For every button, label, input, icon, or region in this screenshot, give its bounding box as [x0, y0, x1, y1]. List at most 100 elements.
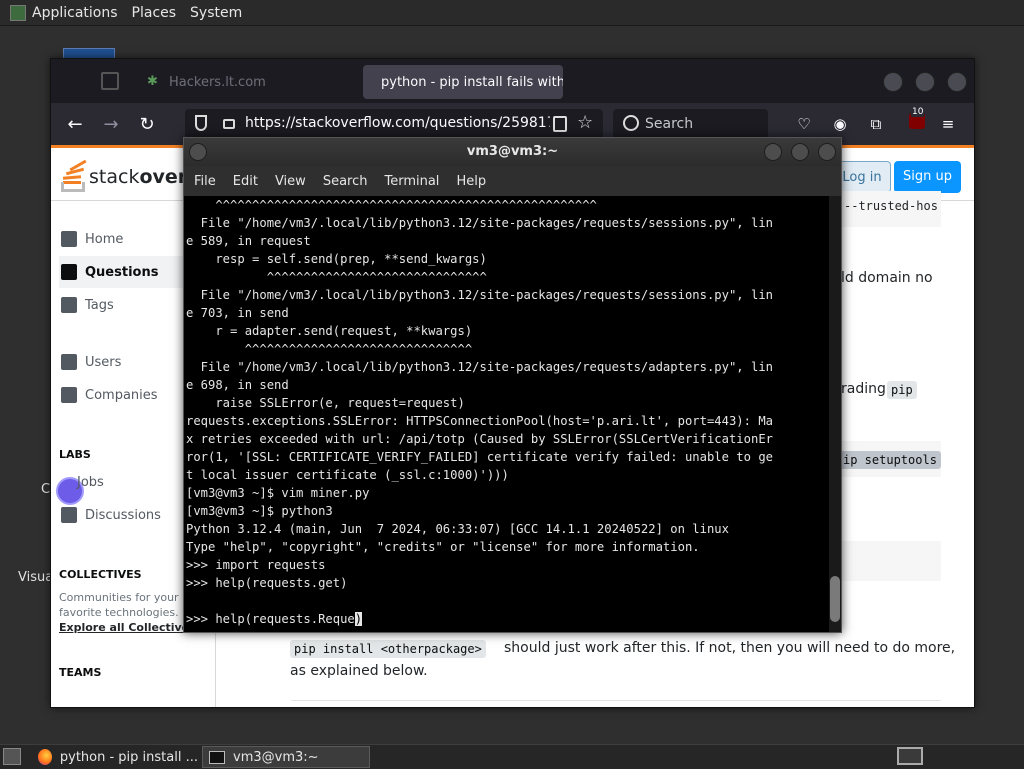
workspace-switcher-icon[interactable] — [897, 747, 923, 765]
code-block-bg-3 — [841, 541, 941, 581]
users-icon — [61, 354, 77, 370]
terminal-menu-help[interactable]: Help — [456, 174, 486, 189]
terminal-line: File "/home/vm3/.local/lib/python3.12/si… — [186, 288, 773, 302]
menu-applications[interactable]: Applications — [32, 5, 118, 21]
snip-domain: ld domain no — [841, 270, 933, 286]
terminal-close-icon[interactable] — [818, 143, 836, 161]
snip-code-install: pip install <otherpackage> — [290, 640, 486, 658]
terminal-line: File "/home/vm3/.local/lib/python3.12/si… — [186, 216, 773, 230]
terminal-title: vm3@vm3:~ — [466, 144, 559, 159]
snip-line1: should just work after this. If not, the… — [504, 640, 956, 656]
discussions-icon — [61, 507, 77, 523]
companies-icon — [61, 387, 77, 403]
nav-jobs[interactable]: Jobs — [77, 466, 197, 498]
extensions-icon[interactable]: ⧉ — [867, 115, 885, 133]
nav-discussions-label: Discussions — [85, 507, 161, 523]
terminal-output[interactable]: ^^^^^^^^^^^^^^^^^^^^^^^^^^^^^^^^^^^^^^^^… — [186, 196, 826, 632]
terminal-menu-button-icon[interactable] — [189, 143, 207, 161]
snip-pip: pip — [887, 381, 917, 399]
terminal-line: ^^^^^^^^^^^^^^^^^^^^^^^^^^^^^^^^^^^^^^^^… — [186, 198, 597, 212]
taskbar-terminal-label: vm3@vm3:~ — [233, 749, 319, 765]
terminal-menu-edit[interactable]: Edit — [233, 174, 258, 189]
terminal-line: raise SSLError(e, request=request) — [186, 396, 465, 410]
reader-view-icon[interactable] — [553, 116, 567, 132]
terminal-scroll-thumb[interactable] — [830, 576, 840, 622]
tab-overview-icon[interactable] — [101, 72, 119, 90]
nav-users-label: Users — [85, 354, 122, 370]
terminal-line: >>> help(requests.get) — [186, 576, 348, 590]
labs-heading: LABS — [59, 448, 91, 461]
forward-arrow-icon[interactable]: → — [101, 115, 121, 135]
snip-rading: rading — [841, 381, 886, 397]
terminal-line: e 698, in send — [186, 378, 289, 392]
desktop-label-visua: Visua — [18, 570, 54, 585]
teams-heading: TEAMS — [59, 666, 102, 679]
bottom-taskbar: python - pip install ... vm3@vm3:~ — [0, 744, 1024, 769]
divider — [291, 700, 941, 701]
terminal-menu-search[interactable]: Search — [323, 174, 368, 189]
snip-setuptools: ip setuptools — [839, 451, 941, 469]
collectives-desc: Communities for your favorite technologi… — [59, 591, 179, 619]
taskbar-firefox[interactable]: python - pip install ... — [32, 746, 198, 768]
terminal-menu-view[interactable]: View — [275, 174, 306, 189]
terminal-line: t local issuer certificate (_ssl.c:1000)… — [186, 468, 509, 482]
explore-collectives-link[interactable]: Explore all Collectives — [59, 621, 196, 634]
close-icon[interactable] — [947, 72, 967, 92]
terminal-maximize-icon[interactable] — [791, 143, 809, 161]
minimize-icon[interactable] — [883, 72, 903, 92]
taskbar-terminal[interactable]: vm3@vm3:~ — [202, 746, 370, 768]
show-desktop-icon[interactable] — [3, 748, 21, 765]
snip-line2: as explained below. — [290, 663, 428, 679]
terminal-menu-terminal[interactable]: Terminal — [384, 174, 439, 189]
top-panel: Applications Places System — [0, 0, 1024, 26]
url-bar[interactable]: https://stackoverflow.com/questions/2598… — [185, 109, 603, 139]
bookmark-star-icon[interactable]: ☆ — [577, 112, 593, 133]
nav-jobs-label: Jobs — [77, 474, 104, 490]
hacker-favicon-icon: ✱ — [147, 74, 158, 89]
lock-icon[interactable] — [223, 119, 235, 129]
pocket-icon[interactable]: ♡ — [795, 115, 813, 133]
tab-bar: ✱ Hackers.lt.com python - pip install fa… — [51, 59, 974, 103]
terminal-menu-file[interactable]: File — [194, 174, 216, 189]
so-logo-icon — [61, 159, 87, 192]
terminal-line: x retries exceeded with url: /api/totp (… — [186, 432, 773, 446]
terminal-line: >>> import requests — [186, 558, 326, 572]
tab-active[interactable]: python - pip install fails with — [363, 65, 563, 99]
terminal-scrollbar[interactable] — [829, 196, 841, 632]
maximize-icon[interactable] — [915, 72, 935, 92]
applications-icon[interactable] — [10, 4, 26, 21]
menu-places[interactable]: Places — [132, 5, 177, 21]
terminal-line: [vm3@vm3 ~]$ vim miner.py — [186, 486, 370, 500]
terminal-titlebar[interactable]: vm3@vm3:~ — [184, 138, 841, 166]
url-text[interactable]: https://stackoverflow.com/questions/2598… — [245, 115, 550, 131]
terminal-line: >>> help(requests.Reque) — [186, 612, 363, 626]
terminal-icon — [209, 750, 225, 764]
logo-text-light: stack — [89, 166, 140, 188]
terminal-line: e 589, in request — [186, 234, 311, 248]
tab-inactive[interactable]: ✱ Hackers.lt.com — [141, 67, 341, 97]
terminal-line: requests.exceptions.SSLError: HTTPSConne… — [186, 414, 773, 428]
terminal-line: File "/home/vm3/.local/lib/python3.12/si… — [186, 360, 773, 374]
hamburger-menu-icon[interactable]: ≡ — [939, 115, 957, 133]
tracking-shield-icon[interactable] — [195, 115, 207, 131]
search-placeholder: Search — [645, 116, 694, 132]
back-arrow-icon[interactable]: ← — [65, 115, 85, 135]
terminal-line: ror(1, '[SSL: CERTIFICATE_VERIFY_FAILED]… — [186, 450, 773, 464]
terminal-minimize-icon[interactable] — [764, 143, 782, 161]
tab-inactive-title: Hackers.lt.com — [169, 74, 266, 90]
terminal-line: resp = self.send(prep, **send_kwargs) — [186, 252, 487, 266]
terminal-line: ^^^^^^^^^^^^^^^^^^^^^^^^^^^^^^ — [186, 270, 487, 284]
signup-button[interactable]: Sign up — [894, 161, 961, 193]
terminal-menubar: File Edit View Search Terminal Help — [184, 166, 841, 196]
terminal-window: vm3@vm3:~ File Edit View Search Terminal… — [183, 137, 842, 633]
menu-system[interactable]: System — [190, 5, 242, 21]
account-icon[interactable]: ◉ — [831, 115, 849, 133]
search-bar[interactable]: Search — [613, 109, 768, 139]
nav-tags-label: Tags — [85, 297, 114, 313]
collectives-text: Communities for your favorite technologi… — [59, 590, 199, 635]
terminal-line: ^^^^^^^^^^^^^^^^^^^^^^^^^^^^^^^ — [186, 342, 473, 356]
ublock-count-badge: 10 — [911, 107, 925, 117]
search-icon — [623, 115, 639, 131]
reload-icon[interactable]: ↻ — [137, 115, 157, 135]
